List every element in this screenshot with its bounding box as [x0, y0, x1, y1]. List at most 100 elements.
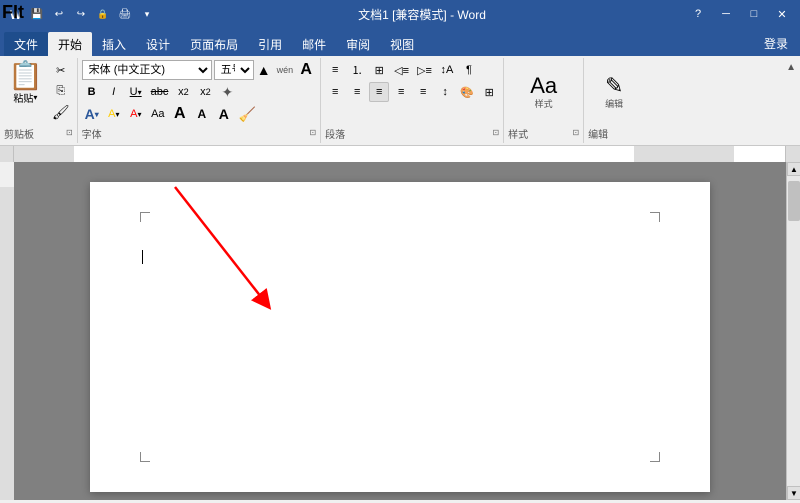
multilevel-list-button[interactable]: ⊞ [369, 60, 389, 80]
page-content[interactable] [90, 182, 710, 492]
shrink-font-button[interactable]: A [192, 104, 212, 124]
undo-qat-button[interactable]: ↩ [50, 5, 68, 23]
highlight-button[interactable]: A▾ [104, 104, 124, 124]
cut-button[interactable]: ✂ [49, 60, 73, 80]
tab-pagelayout[interactable]: 页面布局 [180, 32, 248, 56]
align-center-button[interactable]: ≡ [347, 82, 367, 102]
shading-button[interactable]: 🎨 [457, 82, 477, 102]
scroll-up-button[interactable]: ▲ [787, 162, 800, 176]
login-button[interactable]: 登录 [756, 31, 796, 56]
tab-design[interactable]: 设计 [136, 32, 180, 56]
show-marks-button[interactable]: ¶ [459, 60, 479, 80]
superscript-button[interactable]: x2 [195, 82, 215, 102]
font-row1: 宋体 (中文正文) 五号 ▲ wén A [82, 60, 317, 80]
font-size-select[interactable]: 五号 [214, 60, 254, 80]
scroll-track[interactable] [787, 176, 800, 486]
para-row2: ≡ ≡ ≡ ≡ ≡ ↕ 🎨 ⊞ [325, 82, 499, 102]
minimize-button[interactable]: ─ [716, 4, 736, 24]
titlebar: W 💾 ↩ ↪ 🔒 🖨 ▾ 文档1 [兼容模式] - Word ? ─ □ ✕ [0, 0, 800, 28]
tab-review[interactable]: 审阅 [336, 32, 380, 56]
bold-button[interactable]: B [82, 82, 102, 102]
paste-icon: 📋 [8, 62, 43, 90]
numbering-button[interactable]: ⒈ [347, 60, 367, 80]
para-row1: ≡ ⒈ ⊞ ◁≡ ▷≡ ↕A ¶ [325, 60, 479, 80]
styles-button[interactable]: Aa 样式 [526, 71, 561, 114]
subscript-button[interactable]: x2 [173, 82, 193, 102]
distribute-button[interactable]: ≡ [413, 82, 433, 102]
text-effect-button[interactable]: A▾ [82, 104, 102, 124]
tab-references[interactable]: 引用 [248, 32, 292, 56]
vertical-ruler [0, 162, 14, 500]
decrease-indent-button[interactable]: ◁≡ [391, 60, 412, 80]
align-right-button[interactable]: ≡ [369, 82, 389, 102]
tab-home[interactable]: 开始 [48, 32, 92, 56]
increase-indent-button[interactable]: ▷≡ [414, 60, 435, 80]
scroll-thumb[interactable] [788, 181, 800, 221]
clear-format-button[interactable]: ✦ [217, 82, 237, 102]
scroll-down-button[interactable]: ▼ [787, 486, 800, 500]
tab-file[interactable]: 文件 [4, 32, 48, 56]
paste-button[interactable]: 📋 粘贴▾ [4, 60, 47, 107]
strikethrough-button[interactable]: abc [148, 82, 172, 102]
expand-font-button[interactable]: A [214, 104, 234, 124]
ruler-corner-left [0, 146, 14, 162]
font-expander[interactable]: ⊡ [309, 128, 316, 137]
styles-expander[interactable]: ⊡ [572, 128, 579, 137]
editing-label: 编辑 [605, 97, 623, 110]
close-button[interactable]: ✕ [772, 4, 792, 24]
font-size-increase-button[interactable]: ▲ [254, 60, 274, 80]
print-qat-button[interactable]: 🖨 [116, 5, 134, 23]
save-qat-button[interactable]: 💾 [28, 5, 46, 23]
text-cursor [142, 250, 143, 264]
line-spacing-button[interactable]: ↕ [435, 82, 455, 102]
para-expander[interactable]: ⊡ [492, 128, 499, 137]
restore-button[interactable]: □ [744, 4, 764, 24]
font-size-area: 五号 ▲ wén A [214, 60, 317, 80]
font-name-select[interactable]: 宋体 (中文正文) [82, 60, 212, 80]
aa-button[interactable]: A [296, 60, 316, 80]
borders-button[interactable]: ⊞ [479, 82, 499, 102]
ruler-corner-right [786, 146, 800, 162]
clipboard-group: 📋 粘贴▾ ✂ ⎘ 🖌 剪贴板 ⊡ [0, 58, 78, 143]
font-aa-button[interactable]: Aa [148, 104, 168, 124]
eraser-button[interactable]: 🧹 [236, 104, 259, 124]
font-color-button[interactable]: A▾ [126, 104, 146, 124]
tab-insert[interactable]: 插入 [92, 32, 136, 56]
ribbon-collapse-button[interactable]: ▲ [782, 58, 800, 143]
titlebar-left: W 💾 ↩ ↪ 🔒 🖨 ▾ [8, 5, 156, 23]
red-arrow-annotation [90, 182, 710, 492]
editing-button[interactable]: ✎ 编辑 [601, 71, 627, 114]
sort-button[interactable]: ↕A [437, 60, 457, 80]
font-group: 宋体 (中文正文) 五号 ▲ wén A B I U ▾ abc x2 x2 [78, 58, 322, 143]
corner-mark-tl [140, 212, 150, 222]
font-label: 字体 [82, 126, 102, 141]
font-row3: A▾ A▾ A▾ Aa A A A 🧹 [82, 104, 260, 124]
document-scroll-area[interactable] [14, 162, 786, 500]
format-painter-button[interactable]: 🖌 [49, 102, 73, 122]
tab-view[interactable]: 视图 [380, 32, 424, 56]
clipboard-label-row: 剪贴板 ⊡ [4, 124, 73, 141]
clipboard-expander[interactable]: ⊡ [66, 128, 73, 137]
window-title: 文档1 [兼容模式] - Word [156, 6, 688, 23]
help-button[interactable]: ? [688, 4, 708, 24]
align-left-button[interactable]: ≡ [325, 82, 345, 102]
lock-icon: 🔒 [94, 5, 112, 23]
qat-more-button[interactable]: ▾ [138, 5, 156, 23]
ribbon: 📋 粘贴▾ ✂ ⎘ 🖌 剪贴板 ⊡ 宋体 (中文正文) [0, 56, 800, 146]
redo-qat-button[interactable]: ↪ [72, 5, 90, 23]
horizontal-ruler [14, 146, 786, 162]
enlarge-font-button[interactable]: A [170, 104, 190, 124]
bullets-button[interactable]: ≡ [325, 60, 345, 80]
underline-button[interactable]: U ▾ [126, 82, 146, 102]
corner-mark-tr [650, 212, 660, 222]
paste-label: 粘贴▾ [13, 90, 37, 105]
copy-button[interactable]: ⎘ [49, 81, 73, 101]
para-label: 段落 [325, 126, 345, 141]
document-page [90, 182, 710, 492]
clipboard-label: 剪贴板 [4, 126, 34, 141]
justify-button[interactable]: ≡ [391, 82, 411, 102]
wubi-icon: wén [274, 60, 297, 80]
italic-button[interactable]: I [104, 82, 124, 102]
tab-mailings[interactable]: 邮件 [292, 32, 336, 56]
vertical-scrollbar[interactable]: ▲ ▼ [786, 162, 800, 500]
